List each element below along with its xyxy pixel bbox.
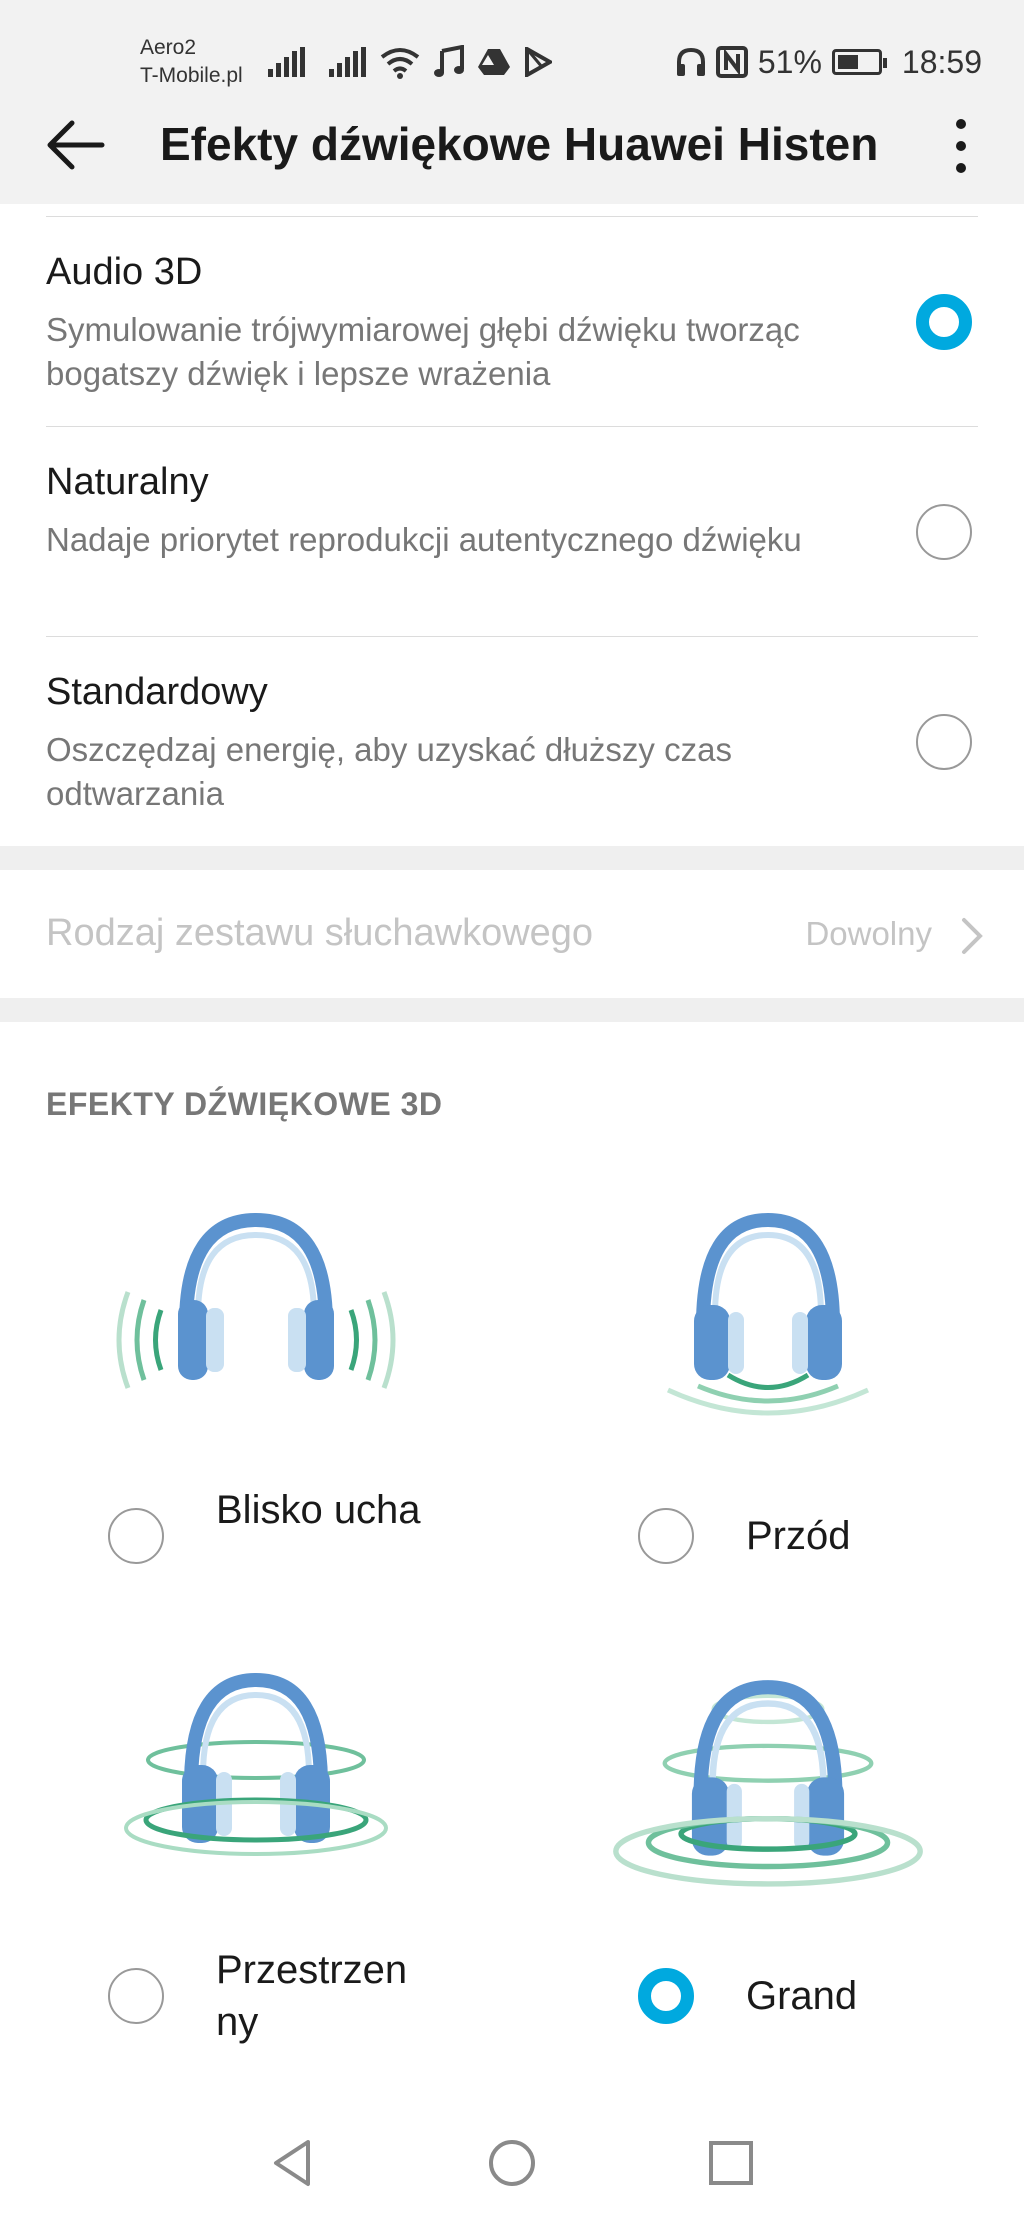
- more-dot-icon: [956, 163, 966, 173]
- option-description: Nadaje priorytet reprodukcji autentyczne…: [46, 521, 802, 558]
- more-dot-icon: [956, 141, 966, 151]
- effect-przestrzenny[interactable]: Przestrzenny: [0, 1660, 512, 2100]
- option-description: Oszczędzaj energię, aby uzyskać dłuższy …: [46, 731, 732, 812]
- effect-przod[interactable]: Przód: [512, 1200, 1024, 1640]
- carrier-line-2: T-Mobile.pl: [140, 64, 243, 87]
- section-gap: [0, 998, 1024, 1022]
- headset-type-label: Rodzaj zestawu słuchawkowego: [46, 912, 594, 954]
- status-icons-right: 51% 18:59: [676, 42, 982, 82]
- headset-type-row[interactable]: Rodzaj zestawu słuchawkowego Dowolny: [0, 870, 1024, 998]
- carrier-line-1: Aero2: [140, 36, 197, 59]
- status-bar: Aero2 T-Mobile.pl 51% 18:59: [0, 0, 1024, 92]
- option-title: Audio 3D: [46, 251, 203, 293]
- more-options-button[interactable]: [946, 104, 976, 188]
- effect-label: Grand: [746, 1974, 858, 2018]
- signal-icon-2: [329, 47, 366, 77]
- headset-type-value: Dowolny: [805, 915, 932, 952]
- mode-option-audio-3d[interactable]: Audio 3D Symulowanie trójwymiarowej głęb…: [0, 216, 1024, 426]
- radio-przestrzenny[interactable]: [108, 1968, 164, 2024]
- radio-blisko-ucha[interactable]: [108, 1508, 164, 1564]
- nav-recents-icon[interactable]: [706, 2138, 756, 2188]
- effect-label: Blisko ucha: [216, 1488, 421, 1532]
- back-arrow-icon: [47, 120, 105, 170]
- clock: 18:59: [901, 43, 982, 80]
- radio-naturalny[interactable]: [916, 504, 972, 560]
- signal-icon: [268, 47, 305, 77]
- effect-label: Przód: [746, 1514, 851, 1558]
- effect-label: Przestrzenny: [216, 1948, 408, 2044]
- drive-icon: [478, 49, 510, 75]
- headphones-grand-icon: [613, 1680, 923, 1887]
- more-dot-icon: [956, 119, 966, 129]
- effect-grand[interactable]: Grand: [512, 1660, 1024, 2100]
- page-title: Efekty dźwiękowe Huawei Histen: [160, 118, 879, 170]
- nav-back-icon[interactable]: [268, 2138, 318, 2188]
- nav-home-icon[interactable]: [487, 2138, 537, 2188]
- option-title: Naturalny: [46, 461, 209, 503]
- music-note-icon: [434, 45, 464, 77]
- headphones-close-to-ear-icon: [116, 1212, 396, 1389]
- battery-percent: 51%: [757, 43, 822, 80]
- section-header-3d-effects: EFEKTY DŹWIĘKOWE 3D: [46, 1086, 443, 1122]
- battery-icon: [831, 49, 887, 75]
- back-button[interactable]: [42, 110, 112, 180]
- system-navigation-bar: [0, 2100, 1024, 2219]
- carrier-name: Aero2 T-Mobile.pl: [140, 34, 243, 90]
- app-bar: Efekty dźwiękowe Huawei Histen: [0, 92, 1024, 204]
- status-icons-left: [268, 42, 552, 82]
- radio-przod[interactable]: [638, 1508, 694, 1564]
- chevron-right-icon: [962, 918, 983, 954]
- play-store-icon: [525, 47, 552, 77]
- radio-standardowy[interactable]: [916, 714, 972, 770]
- mode-option-standardowy[interactable]: Standardowy Oszczędzaj energię, aby uzys…: [0, 636, 1024, 846]
- headphones-front-icon: [666, 1212, 870, 1416]
- wifi-icon: [380, 48, 420, 79]
- option-description: Symulowanie trójwymiarowej głębi dźwięku…: [46, 311, 800, 392]
- nfc-icon: [715, 46, 748, 78]
- radio-grand[interactable]: [638, 1968, 694, 2024]
- radio-audio-3d[interactable]: [916, 294, 972, 350]
- effect-blisko-ucha[interactable]: Blisko ucha: [0, 1200, 512, 1640]
- headphones-status-icon: [676, 47, 705, 76]
- option-title: Standardowy: [46, 671, 268, 713]
- headphones-spatial-icon: [124, 1672, 388, 1856]
- section-gap: [0, 846, 1024, 870]
- mode-option-naturalny[interactable]: Naturalny Nadaje priorytet reprodukcji a…: [0, 426, 1024, 636]
